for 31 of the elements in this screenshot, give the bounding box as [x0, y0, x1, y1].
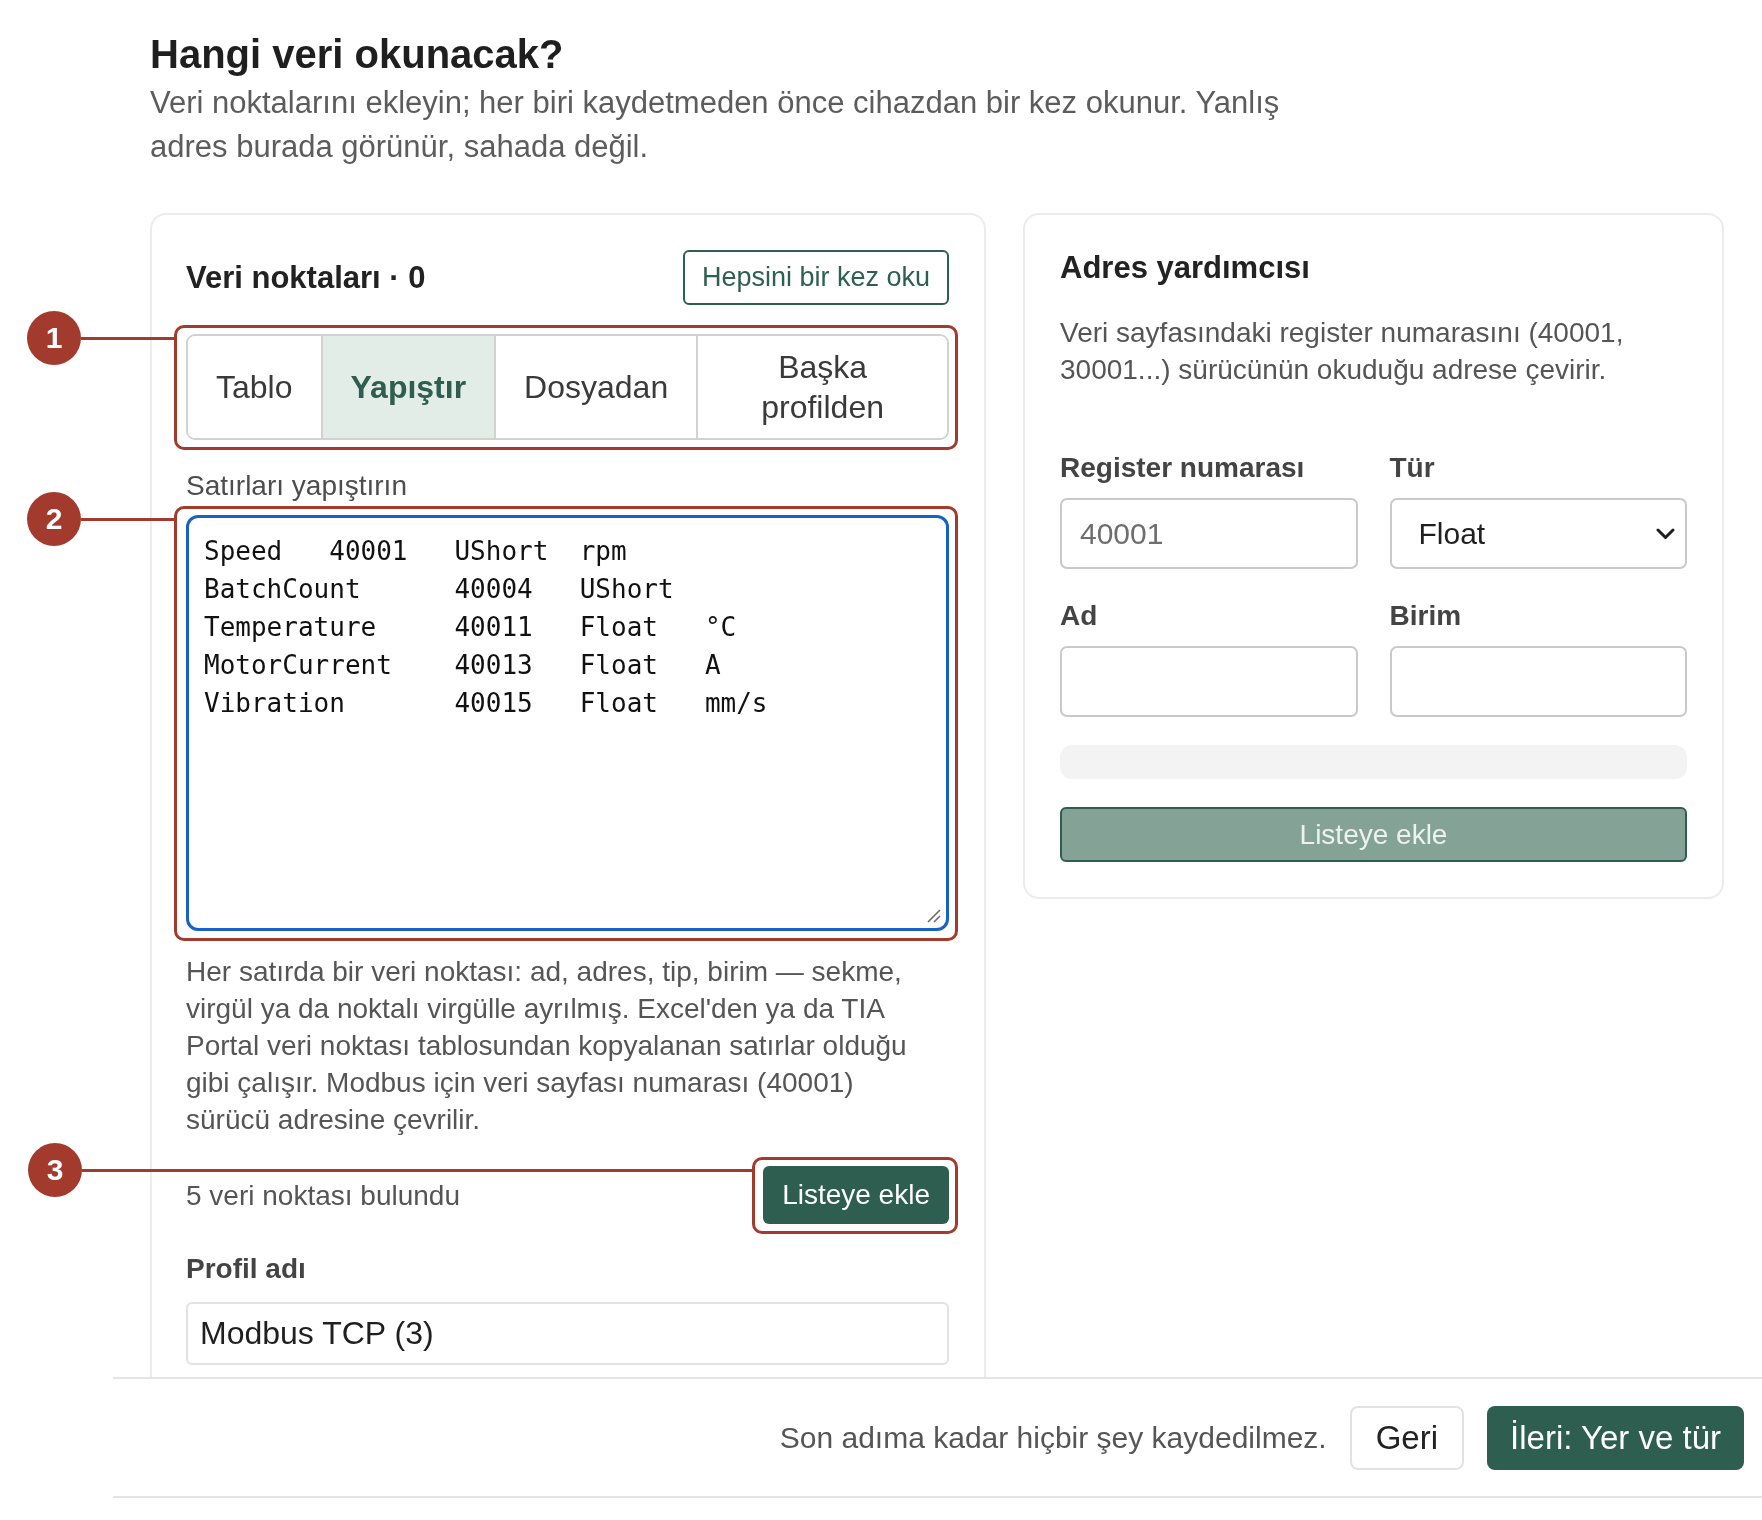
read-all-button[interactable]: Hepsini bir kez oku	[682, 250, 949, 305]
next-button[interactable]: İleri: Yer ve tür	[1487, 1406, 1744, 1470]
page-subtitle: Veri noktalarını ekleyin; her biri kaydetmeden önce cihazdan bir kez okunur. Yanlış adres burada görünür, sahada değil.	[150, 84, 1281, 166]
resize-grip-icon[interactable]	[927, 909, 941, 923]
text-input[interactable]: 40001	[1060, 498, 1358, 569]
paste-textarea[interactable]: Speed 40001 UShort rpm BatchCount 40004 UShort Temperature 40011 Float °C MotorCurrent 40013 Float A Vibration 40015 Float mm/s	[186, 515, 949, 931]
text-input[interactable]	[1060, 646, 1358, 717]
type-select[interactable]: Float	[1389, 498, 1687, 569]
profile-name-input[interactable]: Modbus TCP (3)	[186, 1302, 949, 1365]
callout-number: 1	[27, 311, 81, 365]
tab[interactable]: Başka profilden	[696, 336, 947, 438]
helper-title: Adres yardımcısı	[1060, 249, 1311, 287]
helper-description: Veri sayfasındaki register numarasını (40001, 30001...) sürücünün okuduğu adrese çevirir.	[1060, 316, 1625, 387]
back-button[interactable]: Geri	[1349, 1406, 1465, 1470]
profile-name-label: Profil adı	[186, 1252, 307, 1286]
callout-number: 3	[28, 1143, 83, 1197]
add-to-list-button[interactable]: Listeye ekle	[763, 1166, 949, 1224]
page-title: Hangi veri okunacak?	[150, 31, 565, 78]
callout-number: 2	[27, 492, 81, 546]
field-label: Birim	[1389, 599, 1463, 633]
help-text: Her satırda bir veri noktası: ad, adres, tip, birim — sekme, virgül ya da noktalı virgülle ayrılmış. Excel'den ya da TIA Portal veri noktası tablosundan kopyalanan satırlar olduğu gibi çalışır. Modbus için veri sayfası numarası (40001) sürücü adresine çevrilir.	[186, 955, 908, 1137]
tab[interactable]: Yapıştır	[320, 336, 495, 438]
text-input[interactable]	[1389, 646, 1687, 717]
field-label: Tür	[1389, 451, 1436, 485]
found-count-text: 5 veri noktası bulundu	[186, 1179, 460, 1212]
chevron-down-icon	[1656, 527, 1675, 540]
paste-label: Satırları yapıştırın	[186, 469, 408, 503]
field-label: Ad	[1060, 599, 1099, 633]
footer-note: Son adıma kadar hiçbir şey kaydedilmez.	[779, 1421, 1327, 1455]
section-title: Veri noktaları · 0	[186, 258, 426, 297]
field-label: Register numarası	[1060, 451, 1306, 485]
